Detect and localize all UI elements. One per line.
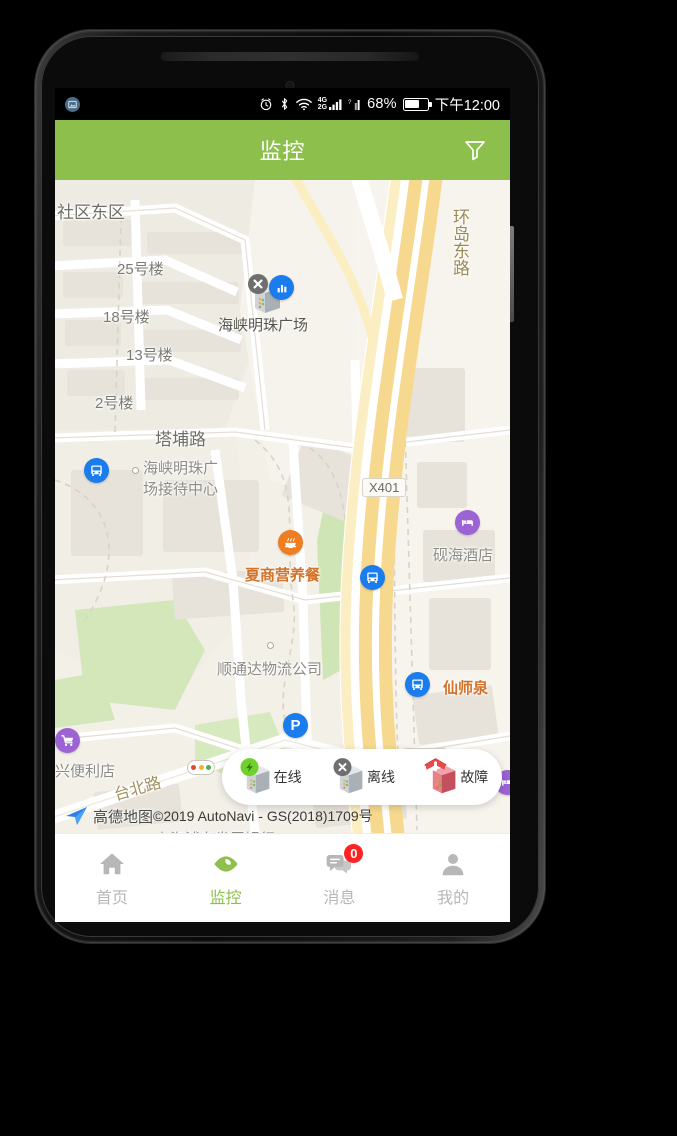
map-label: 夏商营养餐 bbox=[245, 567, 321, 584]
network-type-top: 4G bbox=[317, 96, 328, 104]
traffic-light-dot bbox=[190, 765, 196, 770]
map-label: 砚海酒店 bbox=[433, 547, 494, 564]
bottom-navigation[interactable]: 首页 监控 0 消息 我的 bbox=[55, 833, 510, 922]
device-online-icon bbox=[236, 758, 272, 796]
device-offline-icon bbox=[329, 758, 365, 796]
map-label: 25号楼 bbox=[117, 261, 164, 278]
chart-poi-icon[interactable] bbox=[269, 275, 294, 300]
bus-stop-icon[interactable] bbox=[360, 565, 385, 590]
map-label: 场接待中心 bbox=[143, 481, 219, 498]
status-bar-left bbox=[65, 96, 80, 112]
signal-question-icon: ? bbox=[348, 98, 361, 110]
filter-funnel-icon[interactable] bbox=[458, 133, 492, 167]
earpiece-speaker bbox=[161, 52, 419, 61]
signal-4g-icon: 4G 2G bbox=[318, 97, 342, 112]
battery-icon bbox=[402, 97, 432, 111]
restaurant-icon[interactable] bbox=[278, 530, 303, 555]
phone-screen: 4G 2G ? 68% 下午12:00 监控 社区东区 25号楼 18号楼 13… bbox=[55, 88, 510, 922]
home-icon bbox=[97, 849, 127, 879]
map-road-label-vertical: 环岛东路 bbox=[450, 208, 469, 276]
map-label: 兴便利店 bbox=[55, 763, 116, 780]
map-poi-dot bbox=[132, 467, 139, 474]
map-poi-dot bbox=[267, 642, 274, 649]
image-notification-icon bbox=[65, 96, 80, 112]
battery-percent-label: 68% bbox=[367, 96, 397, 112]
wifi-icon bbox=[295, 98, 312, 111]
map-label: 顺通达物流公司 bbox=[217, 661, 323, 678]
map-label: 仙师泉 bbox=[443, 680, 489, 697]
legend-item-online[interactable]: 在线 bbox=[222, 758, 315, 796]
message-icon: 0 bbox=[324, 843, 364, 879]
bluetooth-icon bbox=[279, 97, 290, 111]
traffic-light-icon bbox=[187, 760, 215, 775]
status-bar-right: 4G 2G ? 68% 下午12:00 bbox=[259, 94, 500, 115]
map-label: 2号楼 bbox=[95, 395, 134, 412]
map-label: 塔埔路 bbox=[155, 430, 206, 449]
amap-logo-text: 高德地图 bbox=[93, 808, 154, 826]
nav-item-person[interactable]: 我的 bbox=[396, 849, 510, 908]
device-status-legend: 在线 离线 故障 bbox=[222, 749, 502, 805]
map-canvas[interactable]: 社区东区 25号楼 18号楼 13号楼 2号楼塔埔路海峡明珠广场接待中心夏商营养餐顺通达… bbox=[55, 180, 510, 833]
app-header: 监控 bbox=[55, 120, 510, 180]
legend-item-fault[interactable]: 故障 bbox=[409, 758, 502, 796]
legend-label: 故障 bbox=[460, 769, 489, 785]
hotel-icon[interactable] bbox=[455, 510, 480, 535]
legend-label: 在线 bbox=[273, 769, 302, 785]
legend-item-offline[interactable]: 离线 bbox=[315, 758, 408, 796]
shopping-icon[interactable] bbox=[55, 728, 80, 753]
status-bar-clock: 下午12:00 bbox=[434, 97, 500, 114]
eye-icon bbox=[211, 849, 241, 879]
nav-item-home[interactable]: 首页 bbox=[55, 849, 169, 908]
nav-item-label: 消息 bbox=[323, 889, 356, 907]
nav-item-label: 我的 bbox=[437, 889, 470, 907]
amap-copyright-text: ©2019 AutoNavi - GS(2018)1709号 bbox=[153, 808, 373, 824]
map-label: 海峡明珠广 bbox=[143, 460, 219, 477]
message-badge: 0 bbox=[344, 843, 364, 863]
network-type-bottom: 2G bbox=[317, 104, 328, 111]
map-label: 上海浦东发展银行 bbox=[155, 828, 275, 833]
amap-logo: 高德地图 bbox=[65, 805, 153, 827]
alarm-icon bbox=[259, 97, 273, 111]
status-bar: 4G 2G ? 68% 下午12:00 bbox=[55, 88, 510, 120]
parking-icon[interactable]: P bbox=[283, 713, 308, 738]
svg-text:?: ? bbox=[348, 100, 352, 106]
traffic-light-dot bbox=[198, 765, 204, 770]
device-fault-icon bbox=[422, 758, 458, 796]
bus-stop-icon[interactable] bbox=[84, 458, 109, 483]
traffic-light-dot bbox=[206, 765, 212, 770]
nav-item-label: 首页 bbox=[95, 889, 128, 907]
nav-item-label: 监控 bbox=[209, 889, 242, 907]
device-marker-label: 海峡明珠广场 bbox=[217, 317, 309, 334]
amap-arrow-icon bbox=[66, 807, 87, 825]
battery-fill bbox=[405, 100, 420, 108]
map-label: 18号楼 bbox=[103, 309, 150, 326]
legend-label: 离线 bbox=[366, 769, 395, 785]
person-icon bbox=[438, 849, 468, 879]
map-road-shield: X401 bbox=[362, 478, 407, 497]
bus-stop-icon[interactable] bbox=[405, 672, 430, 697]
map-label: 13号楼 bbox=[126, 347, 173, 364]
page-title: 监控 bbox=[259, 139, 306, 164]
nav-item-eye[interactable]: 监控 bbox=[169, 849, 283, 908]
nav-item-message[interactable]: 0 消息 bbox=[283, 843, 397, 908]
map-label: 社区东区 bbox=[57, 203, 125, 222]
